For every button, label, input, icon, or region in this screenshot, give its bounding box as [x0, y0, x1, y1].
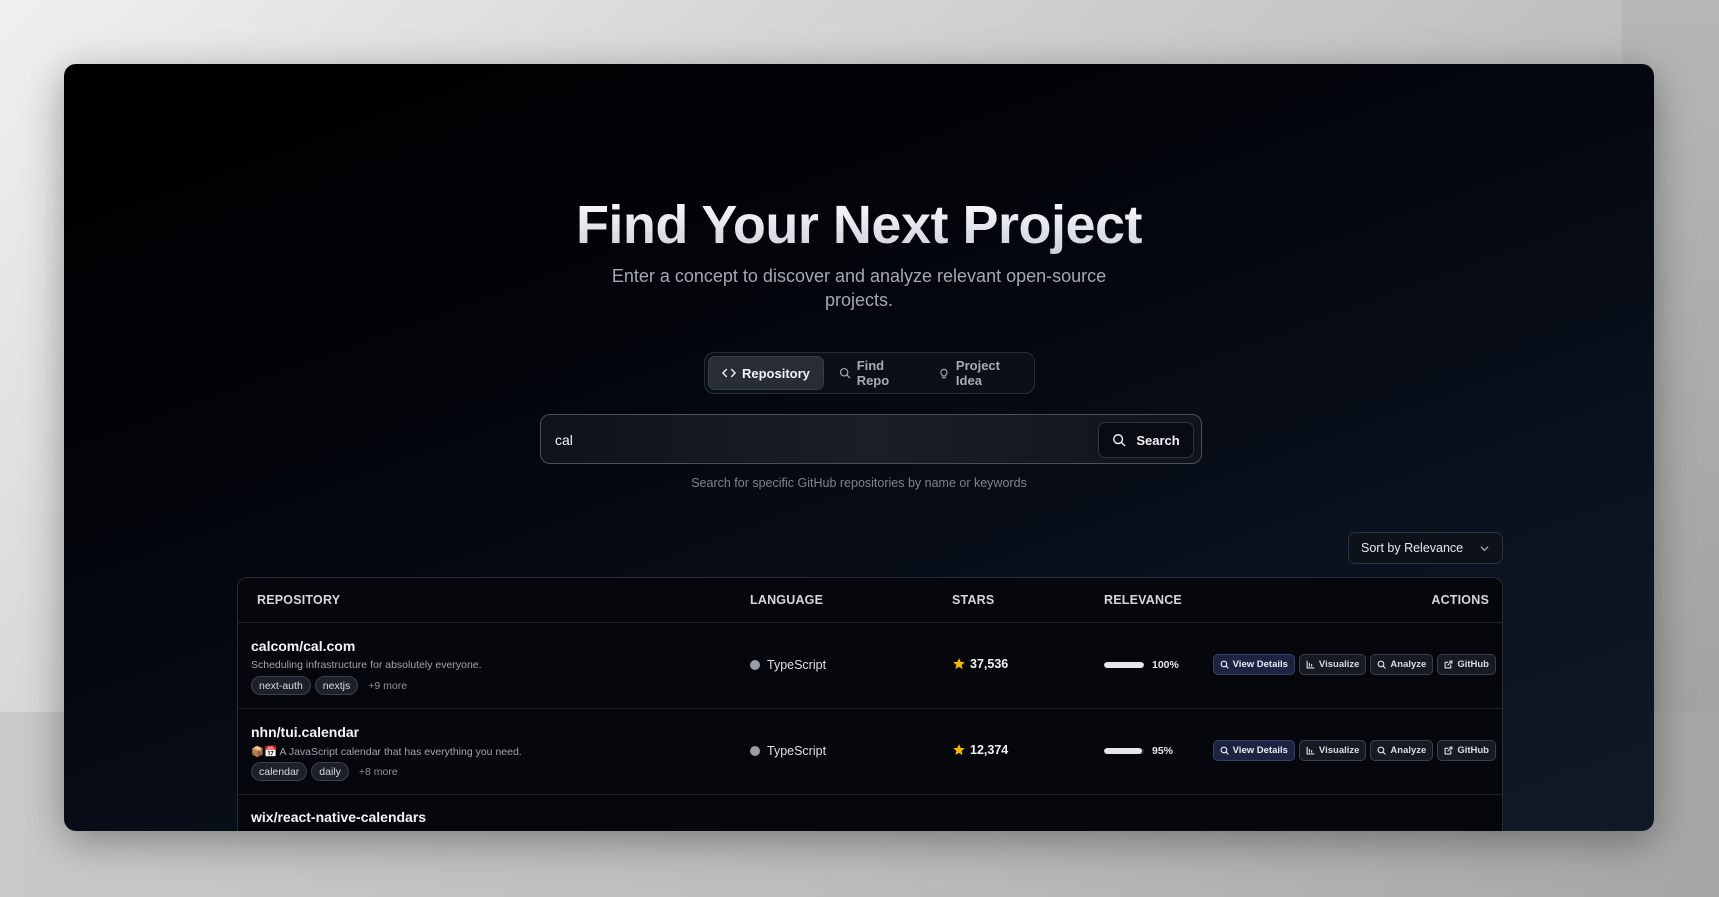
tab-project-idea[interactable]: Project Idea — [925, 356, 1031, 390]
view-details-button[interactable]: View Details — [1212, 740, 1295, 761]
more-tags-count: +8 more — [358, 765, 398, 778]
view-details-button[interactable]: View Details — [1212, 654, 1295, 675]
search-bar: Search — [540, 414, 1202, 464]
repo-stars: 12,374 — [952, 743, 1008, 757]
search-hint: Search for specific GitHub repositories … — [691, 476, 1027, 490]
search-icon — [1377, 660, 1387, 669]
github-link-button[interactable]: GitHub — [1437, 654, 1496, 675]
relevance-label: 100% — [1152, 659, 1179, 671]
topic-tag[interactable]: calendar — [251, 762, 308, 781]
page-subtitle: Enter a concept to discover and analyze … — [611, 266, 1107, 310]
analyze-button[interactable]: Analyze — [1370, 654, 1434, 675]
topic-tag[interactable]: daily — [311, 762, 349, 781]
bar-chart-icon — [1306, 746, 1315, 755]
mode-tabs: Repository Find Repo Project Idea — [704, 352, 1035, 394]
repo-description: Scheduling infrastructure for absolutely… — [251, 659, 482, 671]
table-row: wix/react-native-calendars — [238, 795, 1502, 831]
search-icon — [1220, 660, 1229, 669]
visualize-button[interactable]: Visualize — [1298, 654, 1367, 675]
star-icon — [953, 658, 965, 670]
tab-repository-label: Repository — [742, 365, 810, 381]
github-label: GitHub — [1457, 659, 1489, 670]
page-title: Find Your Next Project — [64, 194, 1654, 256]
repo-tags: calendar daily +8 more — [251, 762, 398, 781]
stars-count: 12,374 — [970, 743, 1009, 757]
visualize-label: Visualize — [1318, 745, 1360, 756]
lightbulb-icon — [940, 368, 948, 379]
search-icon — [839, 367, 851, 379]
visualize-label: Visualize — [1318, 659, 1360, 670]
external-link-icon — [1444, 746, 1453, 755]
app-window: Find Your Next Project Enter a concept t… — [64, 64, 1654, 831]
language-label: TypeScript — [767, 744, 827, 758]
visualize-button[interactable]: Visualize — [1298, 740, 1367, 761]
repo-name[interactable]: calcom/cal.com — [251, 638, 355, 654]
view-details-label: View Details — [1232, 745, 1288, 756]
repo-tags: next-auth nextjs +9 more — [251, 676, 407, 695]
sort-dropdown-label: Sort by Relevance — [1361, 541, 1464, 555]
relevance-meter: 95% — [1104, 745, 1173, 757]
language-dot-icon — [750, 660, 760, 670]
language-label: TypeScript — [767, 658, 827, 672]
header-stars: STARS — [952, 593, 995, 607]
analyze-label: Analyze — [1390, 745, 1427, 756]
relevance-label: 95% — [1152, 745, 1174, 757]
stars-count: 37,536 — [970, 657, 1009, 671]
relevance-bar — [1104, 662, 1144, 668]
repo-description: 📦📅 A JavaScript calendar that has everyt… — [251, 746, 522, 758]
chevron-down-icon — [1480, 545, 1489, 551]
table-row: nhn/tui.calendar 📦📅 A JavaScript calenda… — [238, 709, 1502, 795]
topic-tag[interactable]: next-auth — [251, 676, 311, 695]
search-icon — [1220, 746, 1229, 755]
tab-project-idea-label: Project Idea — [955, 358, 1000, 388]
repo-name[interactable]: wix/react-native-calendars — [251, 809, 426, 825]
more-tags-count: +9 more — [368, 679, 408, 692]
language-dot-icon — [750, 746, 760, 756]
sort-dropdown[interactable]: Sort by Relevance — [1348, 532, 1503, 564]
relevance-meter: 100% — [1104, 659, 1179, 671]
repo-stars: 37,536 — [952, 657, 1008, 671]
repo-language: TypeScript — [750, 744, 826, 758]
repo-table: REPOSITORY LANGUAGE STARS RELEVANCE ACTI… — [237, 577, 1503, 831]
row-actions: View Details Visualize Analyze GitHub — [1212, 740, 1496, 761]
search-input[interactable] — [555, 427, 1035, 453]
table-header: REPOSITORY LANGUAGE STARS RELEVANCE ACTI… — [238, 578, 1502, 623]
search-icon — [1377, 746, 1387, 755]
tab-repository[interactable]: Repository — [708, 356, 824, 390]
code-icon — [722, 368, 736, 378]
tab-find-repo-label: Find Repo — [856, 358, 890, 388]
analyze-button[interactable]: Analyze — [1370, 740, 1434, 761]
external-link-icon — [1444, 660, 1453, 669]
relevance-bar — [1104, 748, 1144, 754]
view-details-label: View Details — [1232, 659, 1288, 670]
row-actions: View Details Visualize Analyze GitHub — [1212, 654, 1496, 675]
table-row: calcom/cal.com Scheduling infrastructure… — [238, 623, 1502, 709]
header-repository: REPOSITORY — [257, 593, 341, 607]
repo-name[interactable]: nhn/tui.calendar — [251, 724, 359, 740]
analyze-label: Analyze — [1390, 659, 1427, 670]
relevance-bar-fill — [1104, 662, 1144, 668]
search-button[interactable]: Search — [1098, 422, 1194, 458]
topic-tag[interactable]: nextjs — [314, 676, 359, 695]
bar-chart-icon — [1306, 660, 1315, 669]
github-label: GitHub — [1457, 745, 1489, 756]
repo-language: TypeScript — [750, 658, 826, 672]
github-link-button[interactable]: GitHub — [1437, 740, 1496, 761]
search-button-label: Search — [1136, 432, 1180, 448]
tab-find-repo[interactable]: Find Repo — [826, 356, 923, 390]
header-relevance: RELEVANCE — [1104, 593, 1182, 607]
header-language: LANGUAGE — [750, 593, 824, 607]
star-icon — [953, 744, 965, 756]
header-actions: ACTIONS — [1431, 593, 1489, 607]
relevance-bar-fill — [1104, 748, 1142, 754]
search-icon — [1113, 434, 1126, 447]
